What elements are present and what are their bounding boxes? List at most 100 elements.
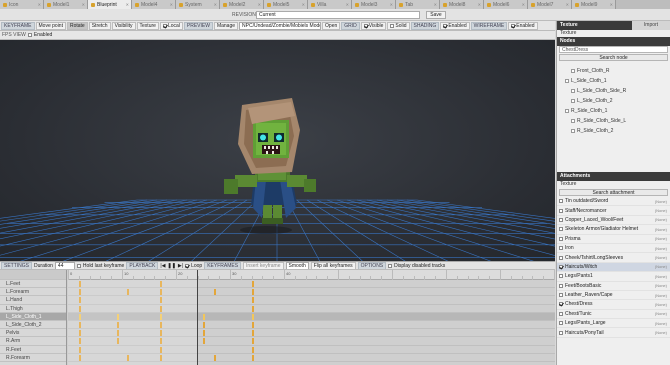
display-disabled-tracks-checkbox[interactable]: [388, 263, 393, 268]
attachment-item[interactable]: Legs/Pants1 (None): [557, 272, 670, 282]
track-name[interactable]: Pelvis: [0, 329, 66, 338]
insert-keyframe-button[interactable]: Insert keyframe: [243, 262, 284, 269]
keyframe-marker[interactable]: [203, 313, 205, 320]
attachment-item[interactable]: Staff/Necromancer (None): [557, 206, 670, 216]
flip-all-keyframes-button[interactable]: Flip all keyframes: [310, 262, 356, 269]
close-icon[interactable]: ✕: [38, 2, 41, 7]
stretch-button[interactable]: Stretch: [88, 21, 111, 30]
attachment-checkbox[interactable]: [559, 302, 563, 307]
track-name[interactable]: R.Forearm: [0, 354, 66, 362]
keyframe-marker[interactable]: [251, 281, 254, 287]
interpolation-select[interactable]: Smooth: [285, 262, 309, 269]
keyframe-marker[interactable]: [251, 313, 254, 320]
toggle-icon[interactable]: [571, 119, 575, 123]
attachment-item[interactable]: Haircuts/Witch (None): [557, 262, 670, 273]
attachment-item[interactable]: Chest/Tunic (None): [557, 310, 670, 320]
attachment-item[interactable]: Feet/BootsBasic (None): [557, 282, 670, 291]
open-button[interactable]: Open: [322, 21, 341, 30]
node-tree-item[interactable]: Front_Cloth_R: [557, 66, 670, 76]
attachment-item[interactable]: Copper_Laced_Wool/Feet (None): [557, 216, 670, 226]
attachment-checkbox[interactable]: [559, 293, 563, 298]
keyframe-marker[interactable]: [251, 330, 254, 337]
track-name[interactable]: L.Thigh: [0, 305, 66, 313]
keyframe-marker[interactable]: [213, 289, 216, 296]
keyframe-marker[interactable]: [251, 338, 254, 345]
document-tab[interactable]: Model7 ✕: [528, 0, 572, 9]
track-name[interactable]: L.Feet: [0, 280, 66, 289]
model-path-field[interactable]: NPC/Undead/Zombie/Mobiels Model: [239, 21, 322, 30]
keyframe-marker[interactable]: [251, 346, 254, 353]
keyframe-marker[interactable]: [251, 322, 254, 328]
track-name[interactable]: [0, 270, 66, 280]
visibility-button[interactable]: Visibility: [111, 21, 136, 30]
wireframe-enabled-toggle[interactable]: Enabled: [508, 21, 538, 30]
attachment-item[interactable]: Haircuts/PonyTail (None): [557, 328, 670, 338]
attachment-checkbox[interactable]: [559, 321, 563, 326]
toggle-icon[interactable]: [565, 79, 569, 83]
revision-select[interactable]: Current: [256, 11, 420, 19]
attachment-item[interactable]: Legs/Pants_Large (None): [557, 319, 670, 329]
document-tab[interactable]: Model4 ✕: [132, 0, 176, 9]
close-icon[interactable]: ✕: [214, 2, 217, 7]
attachment-checkbox[interactable]: [559, 283, 563, 288]
attachment-checkbox[interactable]: [559, 217, 563, 222]
import-button[interactable]: Import: [632, 21, 670, 30]
local-toggle[interactable]: Local: [159, 21, 183, 30]
close-icon[interactable]: ✕: [126, 2, 129, 7]
document-tab[interactable]: Icon ✕: [0, 0, 44, 9]
close-icon[interactable]: ✕: [302, 2, 305, 7]
skip-forward-icon[interactable]: ▶|: [178, 263, 183, 269]
document-tab[interactable]: Blueprint ✕: [88, 0, 132, 9]
fps-enabled-checkbox[interactable]: [27, 33, 32, 37]
node-tree-item[interactable]: L_Side_Cloth_Side_R: [557, 86, 670, 96]
skip-back-icon[interactable]: |◀: [160, 263, 165, 269]
track-name[interactable]: L.Forearm: [0, 288, 66, 297]
document-tab[interactable]: Model2 ✕: [220, 0, 264, 9]
close-icon[interactable]: ✕: [170, 2, 173, 7]
keyframe-marker[interactable]: [251, 297, 254, 304]
close-icon[interactable]: ✕: [346, 2, 349, 7]
playhead[interactable]: [197, 270, 198, 365]
attachment-checkbox[interactable]: [559, 227, 563, 232]
attachment-item[interactable]: Skeleton Armor/Gladiator Helmet (None): [557, 225, 670, 235]
toggle-icon[interactable]: [571, 129, 575, 133]
track-name[interactable]: L_Side_Cloth_1: [0, 312, 66, 321]
attachment-checkbox[interactable]: [559, 199, 563, 204]
3d-viewport[interactable]: [0, 40, 555, 261]
loop-checkbox[interactable]: [185, 263, 190, 268]
attachment-item[interactable]: Tin outdated/Sword (None): [557, 197, 670, 207]
document-tab[interactable]: Model9 ✕: [572, 0, 616, 9]
texture-subtab[interactable]: Texture: [557, 30, 670, 37]
attachment-checkbox[interactable]: [559, 264, 563, 269]
close-icon[interactable]: ✕: [566, 2, 569, 7]
attachment-checkbox[interactable]: [559, 255, 563, 260]
keyframe-marker[interactable]: [251, 289, 254, 296]
attachment-checkbox[interactable]: [559, 246, 563, 251]
attachment-checkbox[interactable]: [559, 236, 563, 241]
close-icon[interactable]: ✕: [390, 2, 393, 7]
duration-input[interactable]: 44: [54, 262, 75, 269]
attachment-checkbox[interactable]: [559, 311, 563, 316]
attachment-item[interactable]: Cheek/Tshirt/LongSleeves (None): [557, 253, 670, 263]
pause-icon[interactable]: ❚❚: [168, 263, 176, 269]
track-name[interactable]: L.Hand: [0, 296, 66, 305]
toggle-icon[interactable]: [571, 99, 575, 103]
attachment-checkbox[interactable]: [559, 274, 563, 279]
attachment-checkbox[interactable]: [559, 330, 563, 335]
track-name[interactable]: L_Side_Cloth_2: [0, 321, 66, 330]
document-tab[interactable]: Model5 ✕: [264, 0, 308, 9]
document-tab[interactable]: Model3 ✕: [352, 0, 396, 9]
toggle-icon[interactable]: [571, 89, 575, 93]
attachment-item[interactable]: Chest/Dress (None): [557, 300, 670, 310]
keyframe-marker[interactable]: [203, 322, 205, 328]
document-tab[interactable]: Model6 ✕: [484, 0, 528, 9]
document-tab[interactable]: Model1 ✕: [44, 0, 88, 9]
close-icon[interactable]: ✕: [522, 2, 525, 7]
hold-last-keyframe-checkbox[interactable]: [76, 263, 81, 268]
attachment-item[interactable]: Prisma (None): [557, 235, 670, 244]
shading-enabled-toggle[interactable]: Enabled: [440, 21, 470, 30]
close-icon[interactable]: ✕: [478, 2, 481, 7]
keyframe-marker[interactable]: [203, 338, 205, 345]
grid-visible-toggle[interactable]: Visible: [360, 21, 387, 30]
close-icon[interactable]: ✕: [434, 2, 437, 7]
